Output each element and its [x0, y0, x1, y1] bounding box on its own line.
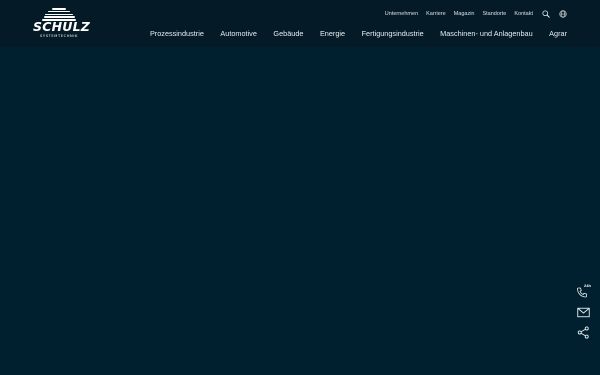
meta-nav-karriere[interactable]: Karriere [426, 9, 446, 19]
meta-navigation: Unternehmen Karriere Magazin Standorte K… [377, 8, 567, 20]
nav-automotive[interactable]: Automotive [220, 29, 257, 39]
logo-wordmark: SCHULZ [33, 19, 91, 34]
site-header: SCHULZ SYSTEMTECHNIK Unternehmen Karrier… [0, 0, 600, 47]
meta-nav-magazin[interactable]: Magazin [454, 9, 475, 19]
hero-area [0, 47, 600, 375]
nav-gebaeude[interactable]: Gebäude [273, 29, 303, 39]
share-icon [577, 326, 589, 339]
share-button[interactable] [576, 326, 592, 340]
nav-prozessindustrie[interactable]: Prozessindustrie [150, 29, 204, 39]
nav-energie[interactable]: Energie [320, 29, 345, 39]
mail-icon [577, 307, 590, 318]
search-icon[interactable] [542, 10, 550, 18]
logo-subtitle: SYSTEMTECHNIK [40, 34, 78, 38]
nav-fertigungsindustrie[interactable]: Fertigungsindustrie [362, 29, 424, 39]
meta-nav-standorte[interactable]: Standorte [482, 9, 506, 19]
nav-maschinen-anlagenbau[interactable]: Maschinen- und Anlagenbau [440, 29, 533, 39]
main-navigation: Prozessindustrie Automotive Gebäude Ener… [133, 29, 567, 39]
mail-button[interactable] [576, 305, 592, 319]
meta-nav-kontakt[interactable]: Kontakt [514, 9, 533, 19]
phone-24h-button[interactable]: 24h [576, 283, 592, 298]
meta-nav-unternehmen[interactable]: Unternehmen [385, 9, 418, 19]
side-action-bar: 24h [576, 283, 592, 347]
nav-agrar[interactable]: Agrar [549, 29, 567, 39]
globe-icon[interactable] [559, 10, 567, 18]
phone-24h-badge: 24h [584, 283, 591, 288]
schulz-logo[interactable]: SCHULZ SYSTEMTECHNIK [33, 8, 91, 40]
